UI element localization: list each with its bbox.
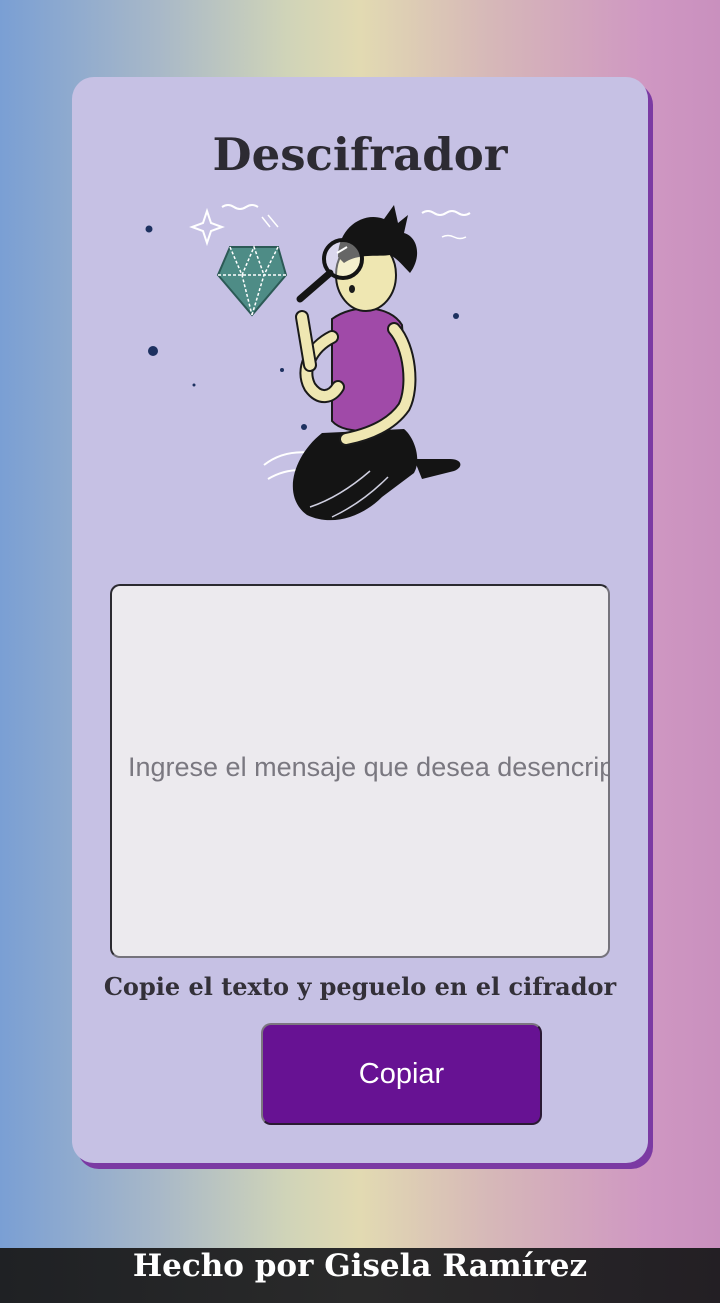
person-magnifying-glass-illustration	[145, 204, 471, 521]
page-title: Descifrador	[212, 128, 508, 181]
footer-credit: Hecho por Gisela Ramírez	[132, 1248, 588, 1284]
copy-hint-text: Copie el texto y peguelo en el cifrador	[103, 972, 617, 1001]
message-input-wrapper	[110, 584, 610, 958]
footer: Hecho por Gisela Ramírez	[0, 1248, 720, 1303]
copy-button[interactable]: Copiar	[261, 1023, 542, 1125]
decoder-card: Descifrador Ingrese el mensaje que desea…	[72, 77, 648, 1163]
message-input[interactable]	[110, 584, 610, 958]
diamond-icon	[216, 244, 288, 317]
